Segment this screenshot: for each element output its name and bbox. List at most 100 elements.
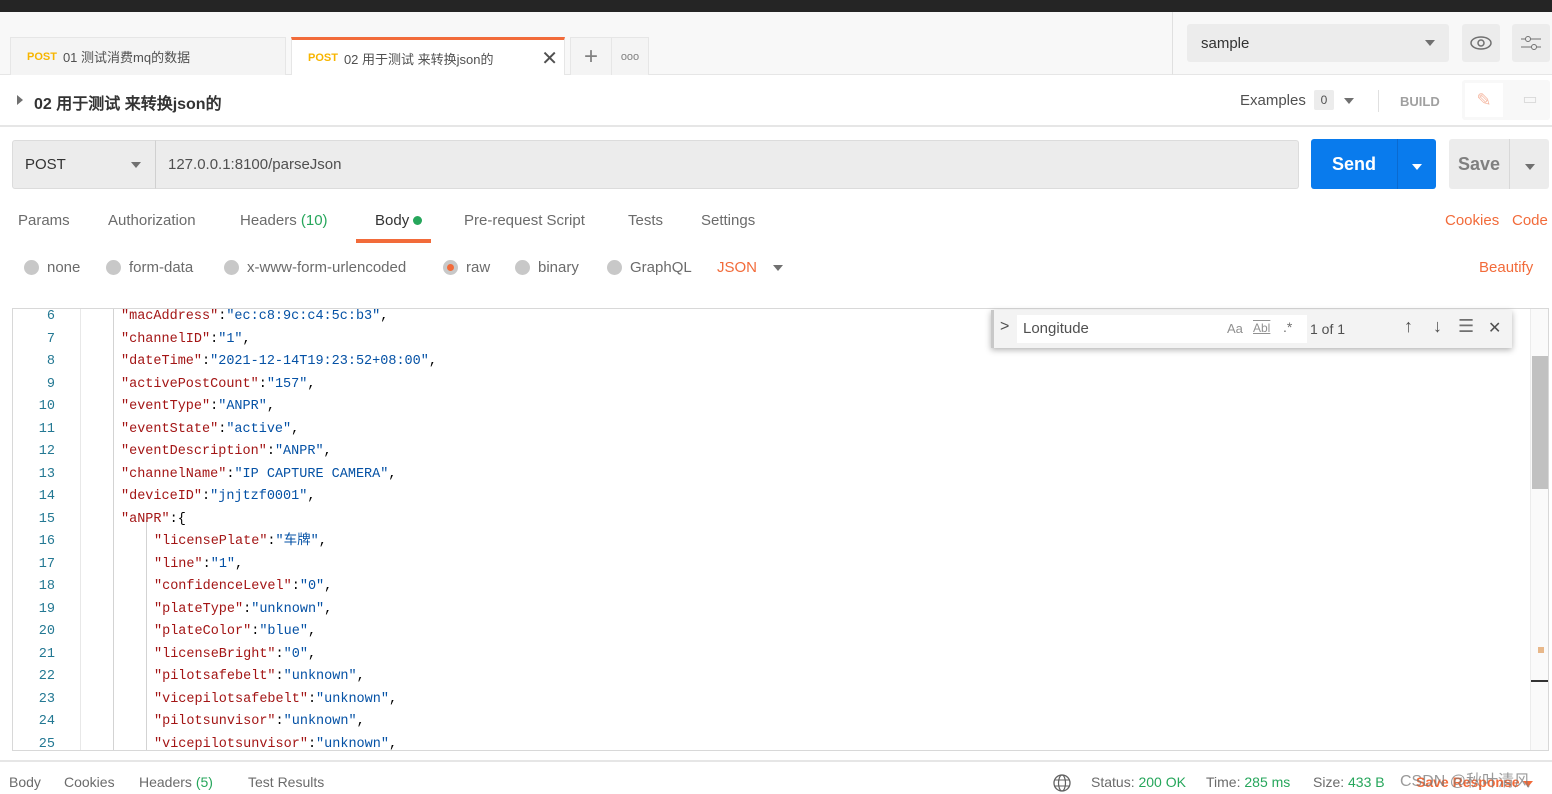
punctuation: , [356,669,365,684]
cookies-link[interactable]: Cookies [1445,212,1499,229]
code-line: 9 "activePostCount":"157", [13,374,1513,397]
code-text: "activePostCount":"157", [121,374,315,397]
json-key: "line" [154,556,203,572]
line-number: 14 [38,489,55,504]
request-tab-01[interactable]: POST 01 测试消费mq的数据 [10,37,286,75]
tab-label: Headers [240,212,297,229]
line-number: 9 [46,376,55,392]
code-link[interactable]: Code [1512,212,1548,229]
radio-form-data[interactable]: form-data [106,259,193,276]
tab-params[interactable]: Params [18,212,70,229]
json-key: "aNPR" [121,511,170,527]
code-text: "eventType":"ANPR", [121,396,275,419]
json-key: "pilotsafebelt" [154,669,276,684]
punctuation: , [235,556,244,572]
manage-environments-button[interactable] [1512,24,1550,62]
toggle-replace-icon[interactable]: > [1000,318,1009,336]
find-widget: > Longitude Aa Abl .* 1 of 1 ↑ ↓ ☰ ✕ [991,310,1512,348]
json-key: "vicepilotsunvisor" [154,736,308,751]
expand-caret-icon[interactable] [17,95,23,105]
tab-body[interactable]: Body [375,212,423,229]
body-indicator-dot [413,216,423,225]
tab-tests[interactable]: Tests [628,212,663,229]
tab-title: 02 用于测试 来转换json的 [343,51,494,67]
json-value: "157" [266,376,308,392]
find-in-selection-icon[interactable]: ☰ [1458,316,1474,337]
code-text: "eventState":"active", [121,419,299,442]
new-tab-button[interactable]: + [570,37,612,75]
punctuation: , [380,309,389,324]
tab-options-button[interactable]: ooo [611,37,649,75]
radio-circle [224,260,239,275]
divider [1378,90,1379,112]
send-options-button[interactable] [1398,154,1436,175]
radio-raw[interactable]: raw [443,259,490,276]
response-tab-headers[interactable]: Headers (5) [139,774,213,790]
regex-icon[interactable]: .* [1283,319,1292,335]
globe-icon[interactable] [1053,774,1071,792]
code-text: "channelName":"IP CAPTURE CAMERA", [121,464,396,487]
environment-quick-look-button[interactable] [1462,24,1500,62]
json-value: "ANPR" [274,444,324,459]
save-button[interactable]: Save [1449,139,1549,189]
radio-label: none [47,259,81,276]
environment-value: sample [1201,34,1250,52]
method-select[interactable]: POST [12,140,156,189]
environment-select[interactable]: sample [1187,24,1449,62]
json-key: "licensePlate" [154,534,268,549]
body-format-select[interactable]: JSON [717,259,784,276]
code-line: 12 "eventDescription":"ANPR", [13,441,1513,464]
close-find-icon[interactable]: ✕ [1488,318,1501,338]
code-text: "line":"1", [154,554,243,577]
response-tab-body[interactable]: Body [9,774,41,790]
radio-urlencoded[interactable]: x-www-form-urlencoded [224,259,406,276]
examples-dropdown-icon[interactable] [1344,98,1354,104]
whole-word-icon[interactable]: Abl [1253,321,1270,335]
code-text: "confidenceLevel":"0", [154,576,332,599]
tab-authorization[interactable]: Authorization [108,212,196,229]
line-number: 15 [38,511,55,527]
line-number: 6 [46,309,55,324]
code-text: "vicepilotsunvisor":"unknown", [154,734,397,751]
request-tab-02[interactable]: POST 02 用于测试 来转换json的 ✕ [291,37,565,76]
request-title[interactable]: 02 用于测试 来转换json的 [34,90,222,114]
window-top-bar [0,0,1552,12]
radio-graphql[interactable]: GraphQL [607,259,692,276]
editor-scrollbar[interactable] [1530,309,1548,750]
code-text: "vicepilotsafebelt":"unknown", [154,689,397,712]
find-query: Longitude [1023,320,1089,337]
build-mode-label[interactable]: BUILD [1400,94,1440,109]
tab-headers[interactable]: Headers (10) [240,212,328,229]
status-value: 200 OK [1138,774,1186,790]
close-tab-icon[interactable]: ✕ [541,46,558,71]
scrollbar-thumb[interactable] [1532,356,1548,489]
pencil-icon[interactable]: ✎ [1465,83,1503,117]
response-tab-test-results[interactable]: Test Results [248,774,324,790]
previous-match-icon[interactable]: ↑ [1404,316,1413,337]
code-editor[interactable]: 6 "macAddress":"ec:c8:9c:c4:5c:b3", 7 "chan… [12,308,1549,751]
tab-label: Headers [139,774,192,790]
tab-settings[interactable]: Settings [701,212,755,229]
comment-icon[interactable]: ▭ [1512,83,1548,117]
request-tab-strip: POST 01 测试消费mq的数据 POST 02 用于测试 来转换json的 … [0,12,1172,76]
line-number: 7 [46,331,55,347]
next-match-icon[interactable]: ↓ [1433,316,1442,337]
url-input[interactable]: 127.0.0.1:8100/parseJson [155,140,1299,189]
examples-label[interactable]: Examples [1240,92,1306,109]
json-value: "blue" [259,624,308,639]
response-tab-cookies[interactable]: Cookies [64,774,115,790]
json-key: "eventState" [121,421,219,437]
radio-binary[interactable]: binary [515,259,579,276]
send-button[interactable]: Send [1311,139,1436,189]
watermark: CSDN @秋叶清风 [1400,773,1531,790]
tab-pre-request-script[interactable]: Pre-request Script [464,212,585,229]
radio-none[interactable]: none [24,259,80,276]
find-input[interactable]: Longitude Aa Abl .* [1017,315,1307,343]
colon: : [266,444,275,459]
radio-circle [106,260,121,275]
beautify-link[interactable]: Beautify [1479,259,1533,276]
save-options-button[interactable] [1510,154,1549,175]
code-line: 13 "channelName":"IP CAPTURE CAMERA", [13,464,1513,487]
match-case-icon[interactable]: Aa [1227,321,1243,336]
punctuation: { [177,511,186,527]
